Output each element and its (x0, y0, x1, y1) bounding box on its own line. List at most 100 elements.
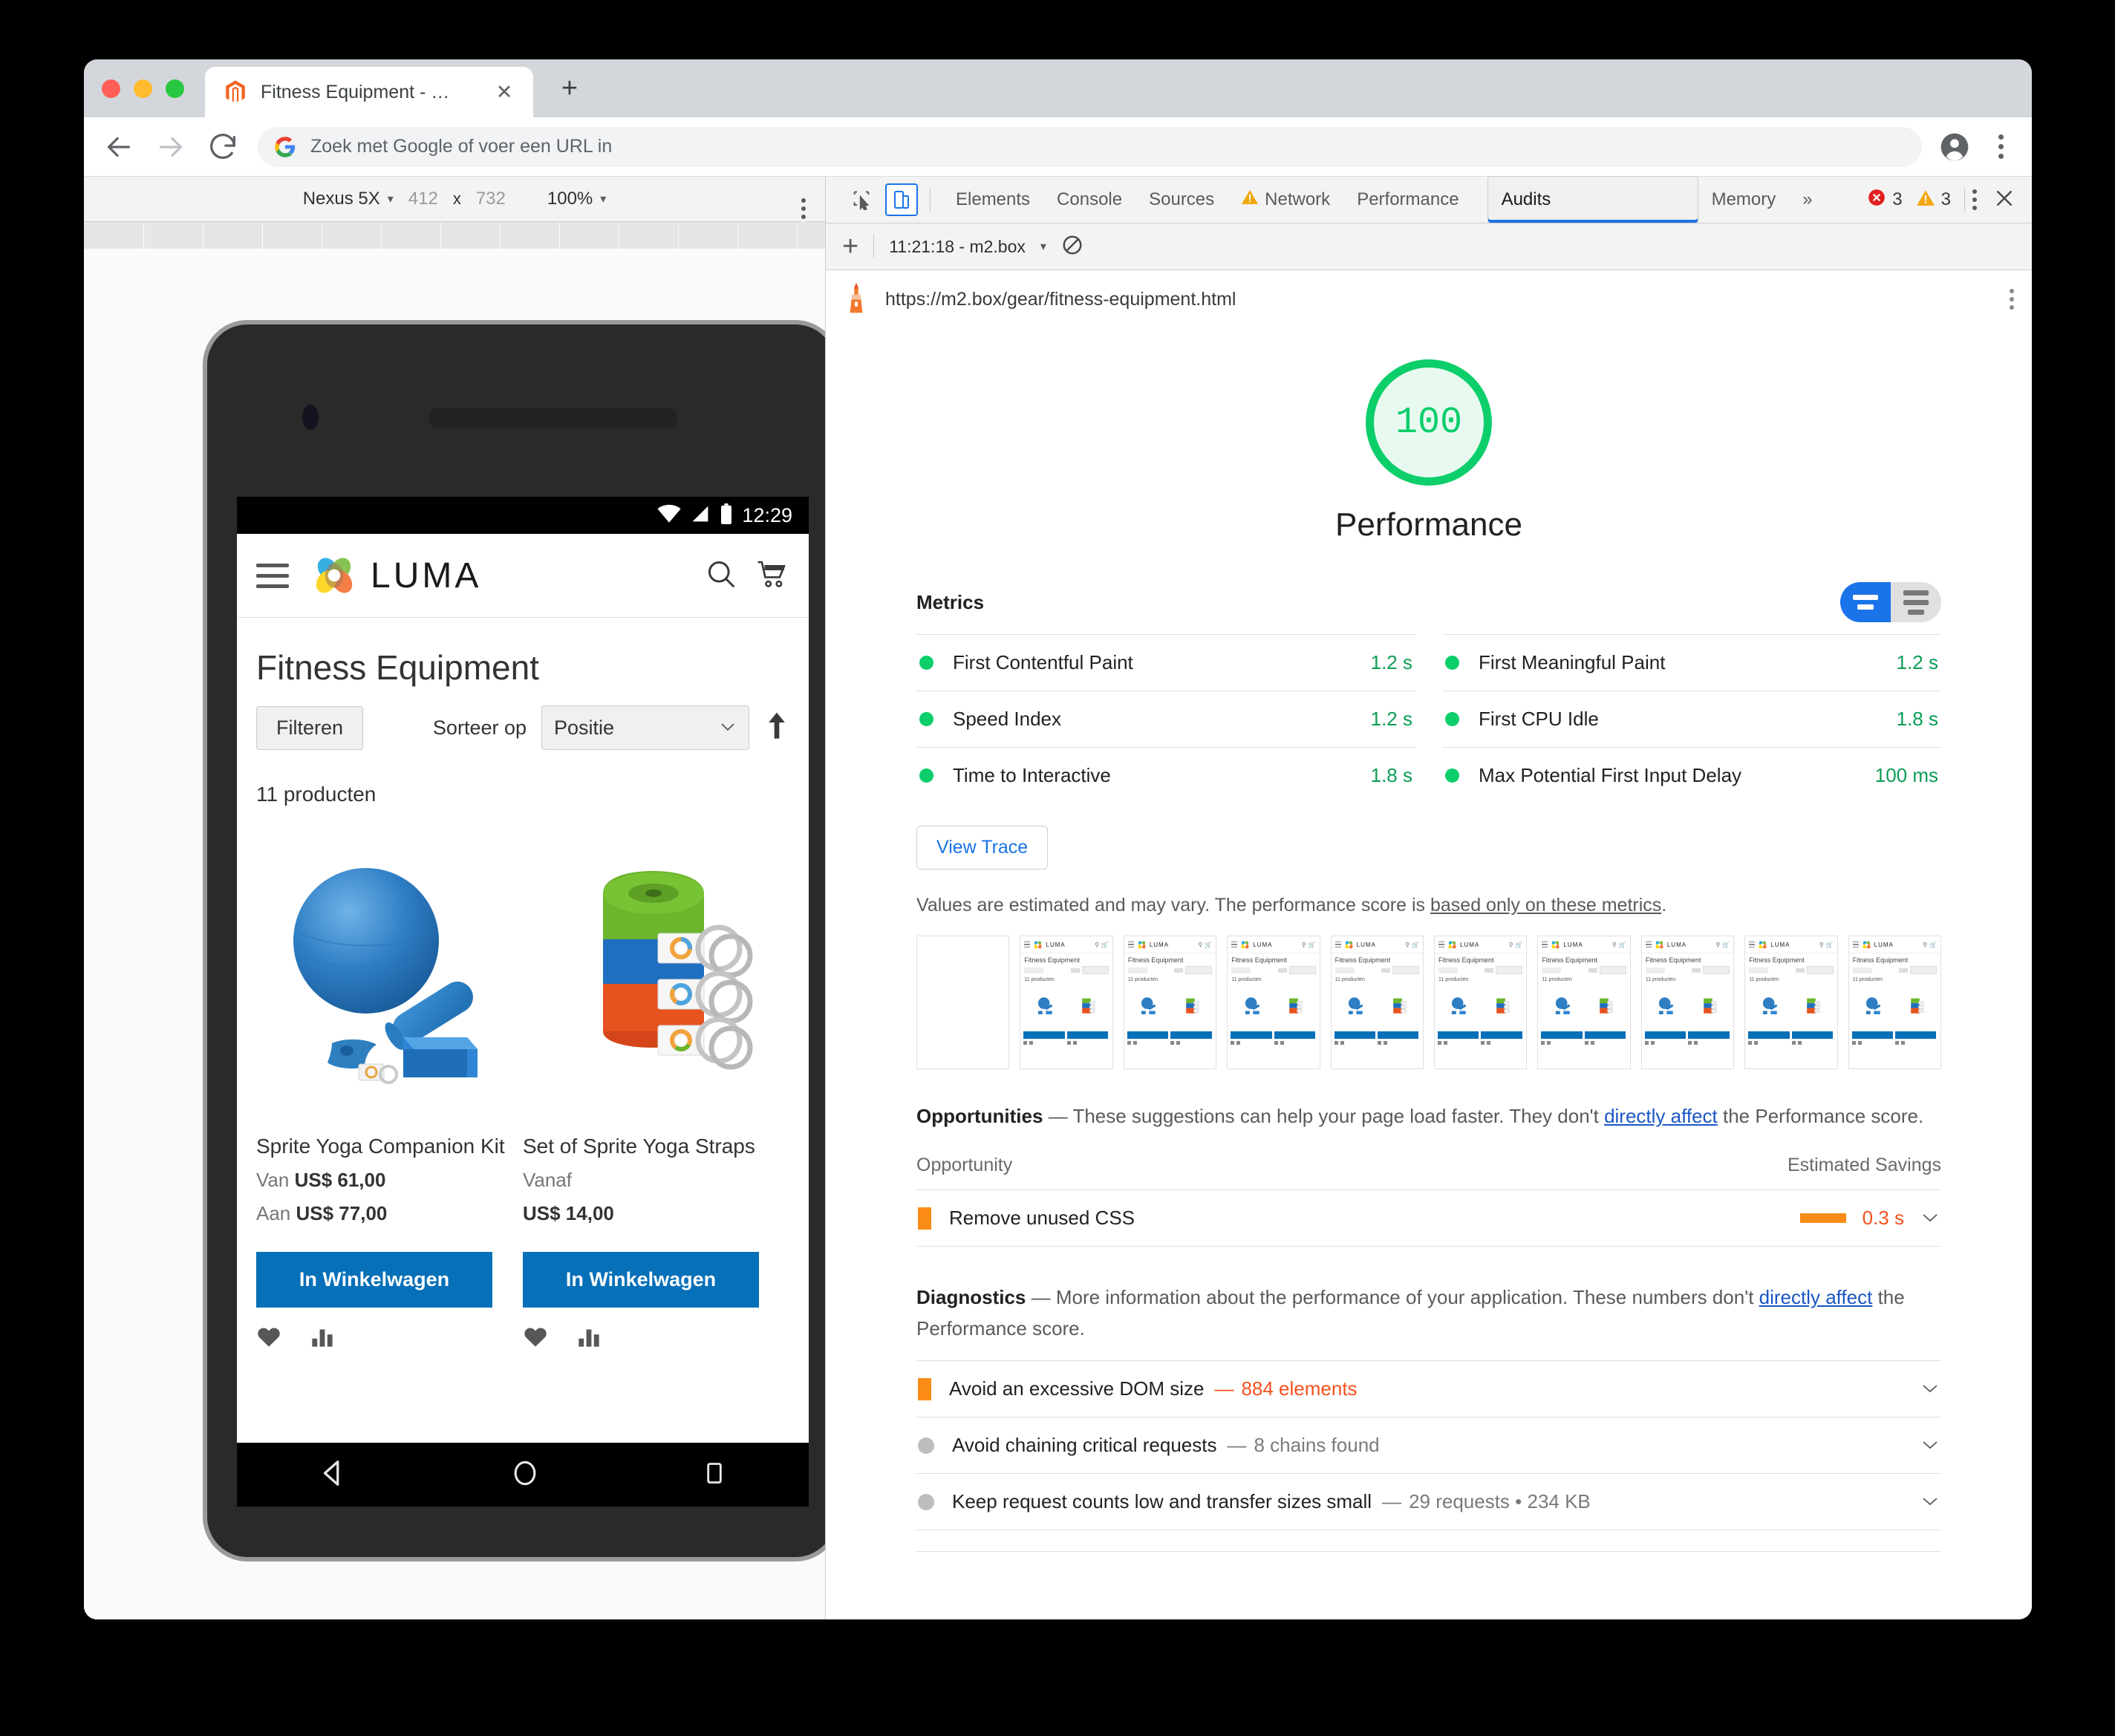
devtools-tabbar: Elements Console Sources Network Perform… (826, 176, 2032, 223)
metric-row[interactable]: First CPU Idle 1.8 s (1442, 691, 1941, 747)
search-input[interactable]: Zoek met Google of voer een URL in (258, 126, 1922, 167)
diagnostic-row[interactable]: Keep request counts low and transfer siz… (916, 1473, 1941, 1530)
audit-run-select[interactable]: 11:21:18 - m2.box ▾ (889, 237, 1046, 257)
close-icon[interactable]: ✕ (495, 82, 514, 102)
metric-row[interactable]: First Contentful Paint 1.2 s (916, 634, 1415, 691)
no-entry-icon[interactable] (1061, 234, 1083, 260)
search-icon: ⚲ (1405, 941, 1410, 948)
metric-row[interactable]: Max Potential First Input Delay 100 ms (1442, 747, 1941, 803)
viewport-width-input[interactable]: 412 (408, 189, 438, 209)
view-trace-button[interactable]: View Trace (916, 826, 1049, 869)
hamburger-icon[interactable] (256, 563, 289, 588)
product-name[interactable]: Sprite Yoga Companion Kit (256, 1135, 523, 1158)
chevron-down-icon[interactable] (1920, 1209, 1940, 1228)
home-circle-icon[interactable] (509, 1457, 541, 1493)
yoga-companion-kit-image[interactable] (256, 833, 523, 1115)
tab-console[interactable]: Console (1043, 177, 1135, 223)
maximize-window-button[interactable] (166, 79, 184, 98)
savings-value: 0.3 s (1862, 1207, 1904, 1229)
browser-menu-icon[interactable] (1987, 134, 2014, 159)
warning-count-badge[interactable]: 3 (1916, 189, 1951, 212)
sort-direction-button[interactable] (764, 711, 789, 745)
back-triangle-icon[interactable] (316, 1456, 351, 1494)
wishlist-heart-icon[interactable] (256, 1325, 281, 1351)
recents-square-icon[interactable] (700, 1457, 729, 1493)
add-to-cart-button[interactable]: In Winkelwagen (256, 1252, 492, 1308)
back-arrow-icon[interactable] (102, 130, 136, 164)
zoom-select[interactable]: 100% ▾ (547, 189, 606, 209)
cart-icon[interactable] (755, 558, 789, 594)
score-block: 100 Performance (916, 327, 1941, 544)
diagnostic-row[interactable]: Avoid chaining critical requests — 8 cha… (916, 1417, 1941, 1473)
close-devtools-icon[interactable] (1993, 187, 2015, 213)
tab-audits[interactable]: Audits (1487, 176, 1698, 223)
note-link[interactable]: based only on these metrics (1430, 895, 1661, 916)
account-icon[interactable] (1938, 131, 1971, 163)
directly-affect-link[interactable]: directly affect (1759, 1286, 1873, 1308)
more-tabs-icon[interactable]: » (1789, 177, 1825, 223)
devtools-menu-icon[interactable] (1972, 189, 1977, 210)
metric-value: 1.8 s (1370, 764, 1412, 786)
metrics-view-toggle[interactable] (1840, 582, 1941, 622)
error-count-badge[interactable]: 3 (1867, 188, 1903, 212)
yoga-straps-image (1895, 985, 1938, 1027)
compare-bars-icon (1694, 1041, 1698, 1045)
list-view-icon[interactable] (1891, 582, 1941, 622)
audit-run-label: 11:21:18 - m2.box (889, 236, 1026, 256)
chevron-down-icon[interactable] (1920, 1492, 1940, 1512)
search-icon[interactable] (705, 558, 737, 594)
tab-elements[interactable]: Elements (942, 177, 1043, 223)
forward-arrow-icon[interactable] (154, 130, 188, 164)
tab-performance[interactable]: Performance (1343, 177, 1472, 223)
audited-url-menu-icon[interactable] (2010, 289, 2014, 310)
metric-row[interactable]: Time to Interactive 1.8 s (916, 747, 1415, 803)
product-name[interactable]: Set of Sprite Yoga Straps (523, 1135, 789, 1158)
frame-product-count: 11 producten (1127, 977, 1158, 982)
sort-select[interactable]: Positie (541, 705, 749, 750)
inspect-cursor-icon[interactable] (845, 183, 878, 216)
yoga-straps-image (1689, 985, 1731, 1027)
bars-view-icon[interactable] (1840, 582, 1891, 622)
minimize-window-button[interactable] (134, 79, 152, 98)
device-viewport: 12:29 LUMA Fitness Equipment Filteren So… (84, 249, 825, 1619)
window-traffic-lights (102, 79, 184, 98)
tab-network[interactable]: Network (1228, 177, 1343, 223)
tab-memory[interactable]: Memory (1698, 177, 1790, 223)
viewport-ruler (84, 222, 825, 249)
filter-button[interactable]: Filteren (256, 705, 364, 750)
metrics-heading: Metrics (916, 590, 985, 613)
device-toolbar-icon[interactable] (885, 183, 918, 216)
metric-row[interactable]: Speed Index 1.2 s (916, 691, 1415, 747)
frame-header-icons: ⚲ 🛒 (1095, 942, 1109, 948)
compare-bars-icon[interactable] (576, 1325, 602, 1351)
chevron-down-icon[interactable] (1920, 1436, 1940, 1455)
opportunity-row[interactable]: Remove unused CSS 0.3 s (916, 1190, 1941, 1246)
yoga-straps-image[interactable] (523, 833, 789, 1115)
passed-audits-row[interactable]: Passed audits (20) (916, 1551, 1941, 1575)
new-audit-button[interactable]: + (842, 232, 858, 261)
add-to-cart-button[interactable]: In Winkelwagen (523, 1252, 759, 1308)
browser-window: Fitness Equipment - Gear ✕ + Zoek met Go… (84, 59, 2032, 1619)
compare-bars-icon[interactable] (310, 1325, 335, 1351)
wishlist-heart-icon (1748, 1041, 1753, 1045)
audited-url[interactable]: https://m2.box/gear/fitness-equipment.ht… (885, 289, 1236, 310)
viewport-height-input[interactable]: 732 (476, 189, 506, 209)
device-select[interactable]: Nexus 5X ▾ (303, 189, 394, 209)
diagnostic-row[interactable]: Avoid an excessive DOM size — 884 elemen… (916, 1360, 1941, 1417)
compare-bars-icon (1384, 1041, 1388, 1045)
price-from-label: Van (256, 1169, 290, 1191)
status-time: 12:29 (742, 503, 792, 526)
close-window-button[interactable] (102, 79, 120, 98)
tab-sources[interactable]: Sources (1135, 177, 1228, 223)
luma-logo[interactable]: LUMA (311, 552, 481, 598)
new-tab-button[interactable]: + (556, 74, 583, 102)
search-icon: ⚲ (1612, 941, 1617, 948)
reload-icon[interactable] (206, 130, 240, 164)
directly-affect-link[interactable]: directly affect (1604, 1105, 1718, 1127)
wishlist-heart-icon (1688, 1041, 1692, 1045)
metric-row[interactable]: First Meaningful Paint 1.2 s (1442, 634, 1941, 691)
passed-audits-count: (20) (1052, 1574, 1086, 1575)
wishlist-heart-icon[interactable] (523, 1325, 548, 1351)
browser-tab[interactable]: Fitness Equipment - Gear ✕ (205, 67, 533, 117)
chevron-down-icon[interactable] (1920, 1380, 1940, 1399)
